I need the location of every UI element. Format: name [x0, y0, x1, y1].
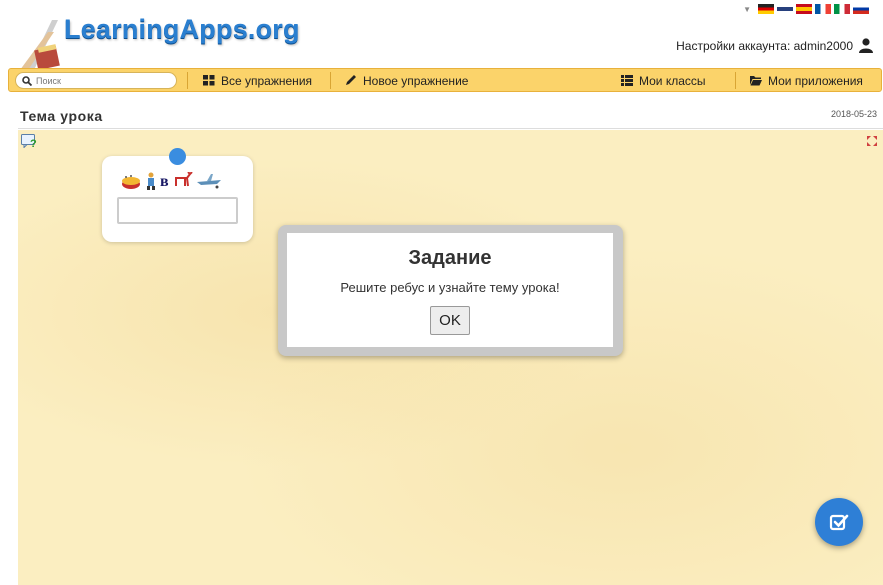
page-title: Тема урока	[20, 108, 103, 124]
grid-icon	[203, 75, 215, 86]
page-date: 2018-05-23	[830, 109, 877, 119]
nav-new-exercise[interactable]: Новое упражнение	[345, 72, 468, 89]
nav-my-classes[interactable]: Мои классы	[621, 72, 706, 89]
divider	[18, 128, 883, 129]
search-input[interactable]: Поиск	[15, 72, 177, 89]
folder-icon	[750, 76, 762, 86]
check-icon	[829, 514, 849, 531]
expand-icon[interactable]	[867, 136, 877, 146]
rebus-plane-icon	[196, 174, 221, 189]
task-dialog: Задание Решите ребус и узнайте тему урок…	[278, 225, 623, 356]
dialog-title: Задание	[408, 247, 492, 269]
header: LearningApps.org ▼ Настройки аккаунта: a…	[0, 0, 883, 70]
nav-my-classes-label[interactable]: Мои классы	[639, 74, 706, 88]
flag-fr-icon[interactable]	[815, 4, 831, 14]
nav-new-exercise-label[interactable]: Новое упражнение	[363, 74, 468, 88]
flag-it-icon[interactable]	[834, 4, 850, 14]
pencil-icon	[346, 75, 356, 85]
flag-ru-icon[interactable]	[853, 4, 869, 14]
nav-divider	[735, 72, 736, 89]
chevron-down-icon[interactable]: ▼	[743, 5, 751, 14]
rebus-image: в	[120, 170, 223, 190]
page: LearningApps.org ▼ Настройки аккаунта: a…	[0, 0, 883, 585]
nav-divider	[187, 72, 188, 89]
svg-text:?: ?	[30, 138, 37, 148]
drag-handle[interactable]	[169, 148, 186, 165]
user-icon[interactable]	[859, 38, 873, 53]
account-label[interactable]: Настройки аккаунта: admin2000	[676, 39, 853, 53]
answer-input[interactable]	[117, 197, 238, 224]
rebus-card: в	[102, 148, 253, 242]
nav-bar: Поиск Все упражнения Новое упражнение Мо…	[8, 68, 882, 92]
nav-divider	[330, 72, 331, 89]
list-icon	[621, 75, 633, 86]
flag-es-icon[interactable]	[796, 4, 812, 14]
help-icon[interactable]: ?	[21, 134, 37, 148]
search-icon	[22, 75, 32, 86]
rebus-deer-icon	[174, 172, 193, 187]
nav-all-exercises[interactable]: Все упражнения	[203, 72, 312, 89]
search-placeholder: Поиск	[36, 75, 61, 86]
rebus-figure-icon	[147, 172, 155, 190]
language-flags: ▼	[743, 4, 869, 14]
logo[interactable]: LearningApps.org	[18, 6, 318, 70]
nav-my-apps[interactable]: Мои приложения	[750, 72, 863, 89]
rebus-cake-icon	[122, 175, 140, 189]
flag-de-icon[interactable]	[758, 4, 774, 14]
logo-text: LearningApps.org	[64, 14, 300, 44]
nav-all-exercises-label[interactable]: Все упражнения	[221, 74, 312, 88]
task-dialog-body: Задание Решите ребус и узнайте тему урок…	[287, 233, 613, 347]
nav-my-apps-label[interactable]: Мои приложения	[768, 74, 863, 88]
app-canvas: ? в Задание Решите ребус и узнайте тему …	[18, 130, 883, 585]
flag-uk-icon[interactable]	[777, 4, 793, 14]
dialog-message: Решите ребус и узнайте тему урока!	[340, 280, 560, 295]
account-settings[interactable]: Настройки аккаунта: admin2000	[676, 38, 873, 53]
rebus-letter: в	[160, 173, 169, 190]
check-button[interactable]	[815, 498, 863, 546]
ok-button[interactable]: OK	[430, 306, 470, 335]
